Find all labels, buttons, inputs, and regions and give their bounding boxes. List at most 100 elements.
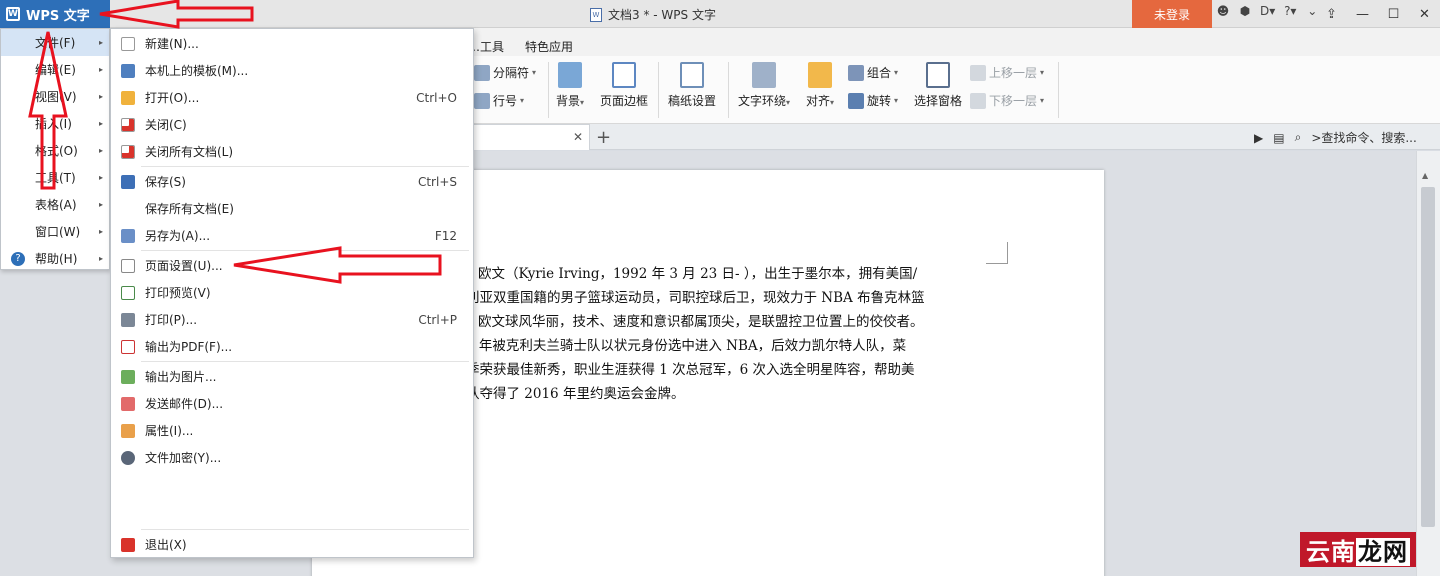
tab-document[interactable]: ✕ bbox=[470, 124, 590, 150]
file-new-label: 新建(N)... bbox=[145, 37, 199, 51]
menu-insert[interactable]: 插入(I) ▸ bbox=[1, 110, 109, 137]
menu-file[interactable]: 文件(F) ▸ bbox=[1, 29, 109, 56]
menu-edit[interactable]: 编辑(E) ▸ bbox=[1, 56, 109, 83]
file-save-all-label: 保存所有文档(E) bbox=[145, 202, 234, 216]
text-wrap-label: 文字环绕 bbox=[738, 94, 787, 108]
play-icon[interactable]: ▶ bbox=[1254, 131, 1263, 145]
send-backward-label: 下移一层 bbox=[989, 94, 1038, 108]
file-send-mail-label: 发送邮件(D)... bbox=[145, 397, 224, 411]
close-icon[interactable]: ✕ bbox=[1409, 2, 1440, 26]
file-close[interactable]: 关闭(C) bbox=[111, 111, 473, 138]
page-border-button[interactable]: 页面边框 bbox=[600, 62, 648, 109]
menu-format[interactable]: 格式(O) ▸ bbox=[1, 137, 109, 164]
file-encrypt[interactable]: 文件加密(Y)... bbox=[111, 444, 473, 471]
chevron-right-icon: ▸ bbox=[98, 65, 103, 74]
close-all-icon bbox=[121, 144, 135, 159]
title-bar: W WPS 文字 W 文档3 * - WPS 文字 未登录 ☻ ⬢ D▾ ?▾ … bbox=[0, 0, 1440, 28]
new-file-icon bbox=[121, 36, 135, 51]
separator-button[interactable]: 分隔符 ▾ bbox=[474, 64, 536, 81]
file-new[interactable]: 新建(N)... bbox=[111, 30, 473, 57]
file-close-all[interactable]: 关闭所有文档(L) bbox=[111, 138, 473, 165]
paper-setup-label: 稿纸设置 bbox=[668, 94, 717, 108]
file-submenu: 新建(N)... 本机上的模板(M)... 打开(O)... Ctrl+O 关闭(… bbox=[110, 28, 474, 558]
menu-file-label: 文件(F) bbox=[35, 36, 76, 50]
menu-view[interactable]: 视图(V) ▸ bbox=[1, 83, 109, 110]
maximize-icon[interactable]: ☐ bbox=[1378, 2, 1409, 26]
scroll-thumb[interactable] bbox=[1421, 187, 1435, 527]
text-wrap-button[interactable]: 文字环绕▾ bbox=[738, 62, 790, 109]
file-print-preview[interactable]: 打印预览(V) bbox=[111, 279, 473, 306]
chevron-right-icon: ▸ bbox=[98, 254, 103, 263]
scroll-up-icon[interactable]: ▲ bbox=[1422, 171, 1428, 180]
menu-tools-label: 工具(T) bbox=[35, 171, 76, 185]
help-dropdown-icon[interactable]: ?▾ bbox=[1283, 4, 1297, 18]
file-properties[interactable]: 属性(I)... bbox=[111, 417, 473, 444]
paper-setup-button[interactable]: 稿纸设置 bbox=[668, 62, 716, 109]
send-backward-button[interactable]: 下移一层 ▾ bbox=[970, 92, 1044, 109]
wps-menu-button[interactable]: W WPS 文字 bbox=[0, 0, 110, 28]
align-icon bbox=[808, 62, 833, 88]
add-tab-icon[interactable]: + bbox=[596, 127, 611, 148]
file-export-image[interactable]: 输出为图片... bbox=[111, 363, 473, 390]
menu-format-label: 格式(O) bbox=[35, 144, 78, 158]
text-wrap-icon bbox=[752, 62, 777, 88]
paper-setup-icon bbox=[680, 62, 704, 88]
help-icon: ? bbox=[11, 251, 25, 266]
background-label: 背景 bbox=[556, 94, 581, 108]
file-exit[interactable]: 退出(X) bbox=[111, 531, 473, 558]
line-number-button[interactable]: 行号 ▾ bbox=[474, 92, 524, 109]
minimize-icon[interactable]: — bbox=[1347, 2, 1378, 26]
background-button[interactable]: 背景▾ bbox=[556, 62, 584, 109]
shortcut-text: Ctrl+S bbox=[417, 174, 457, 189]
login-button[interactable]: 未登录 bbox=[1132, 0, 1212, 28]
title-icons: ☻ ⬢ D▾ ?▾ ⌄ bbox=[1216, 4, 1319, 18]
group-button[interactable]: 组合 ▾ bbox=[848, 64, 898, 81]
pdf-icon bbox=[121, 339, 135, 354]
skin-icon[interactable]: ☻ bbox=[1216, 4, 1230, 18]
selection-pane-button[interactable]: 选择窗格 bbox=[914, 62, 962, 109]
window-controls: ⇪ — ☐ ✕ bbox=[1316, 2, 1440, 26]
close-doc-icon bbox=[121, 117, 135, 132]
docer-icon[interactable]: D▾ bbox=[1260, 4, 1275, 18]
file-save-as[interactable]: 另存为(A)... F12 bbox=[111, 222, 473, 249]
file-open[interactable]: 打开(O)... Ctrl+O bbox=[111, 84, 473, 111]
selection-pane-icon bbox=[926, 62, 950, 88]
file-templates[interactable]: 本机上的模板(M)... bbox=[111, 57, 473, 84]
search-input[interactable]: >查找命令、搜索... bbox=[1311, 129, 1417, 146]
cube-icon[interactable]: ⬢ bbox=[1238, 4, 1252, 18]
file-close-label: 关闭(C) bbox=[145, 118, 187, 132]
menu-tools[interactable]: 工具(T) ▸ bbox=[1, 164, 109, 191]
group-icon bbox=[848, 64, 864, 81]
rotate-label: 旋转 bbox=[867, 94, 892, 108]
menu-help[interactable]: ? 帮助(H) ▸ bbox=[1, 245, 109, 272]
menu-table[interactable]: 表格(A) ▸ bbox=[1, 191, 109, 218]
bring-forward-button[interactable]: 上移一层 ▾ bbox=[970, 64, 1044, 81]
file-page-setup-label: 页面设置(U)... bbox=[145, 259, 223, 273]
menu-window[interactable]: 窗口(W) ▸ bbox=[1, 218, 109, 245]
margin-corner-mark bbox=[986, 242, 1008, 264]
properties-icon bbox=[121, 423, 135, 438]
upload-icon[interactable]: ⇪ bbox=[1316, 2, 1347, 26]
window-title-text: 文档3 * - WPS 文字 bbox=[608, 8, 716, 22]
menu-insert-label: 插入(I) bbox=[35, 117, 72, 131]
align-button[interactable]: 对齐▾ bbox=[806, 62, 834, 109]
tab-special-apps[interactable]: 特色应用 bbox=[525, 38, 573, 55]
close-tab-icon[interactable]: ✕ bbox=[573, 130, 583, 144]
file-export-pdf[interactable]: 输出为PDF(F)... bbox=[111, 333, 473, 360]
file-print[interactable]: 打印(P)... Ctrl+P bbox=[111, 306, 473, 333]
file-send-mail[interactable]: 发送邮件(D)... bbox=[111, 390, 473, 417]
comment-icon[interactable]: ▤ bbox=[1273, 131, 1284, 145]
file-page-setup[interactable]: 页面设置(U)... bbox=[111, 252, 473, 279]
template-icon bbox=[121, 63, 135, 78]
rotate-icon bbox=[848, 92, 864, 109]
file-close-all-label: 关闭所有文档(L) bbox=[145, 145, 234, 159]
file-save[interactable]: 保存(S) Ctrl+S bbox=[111, 168, 473, 195]
vertical-scrollbar[interactable]: ▲ bbox=[1416, 151, 1440, 576]
background-icon bbox=[558, 62, 583, 88]
rotate-button[interactable]: 旋转 ▾ bbox=[848, 92, 898, 109]
chevron-right-icon: ▸ bbox=[98, 200, 103, 209]
file-save-as-label: 另存为(A)... bbox=[145, 229, 211, 243]
menu-view-label: 视图(V) bbox=[35, 90, 77, 104]
file-save-all[interactable]: 保存所有文档(E) bbox=[111, 195, 473, 222]
file-open-label: 打开(O)... bbox=[145, 91, 200, 105]
